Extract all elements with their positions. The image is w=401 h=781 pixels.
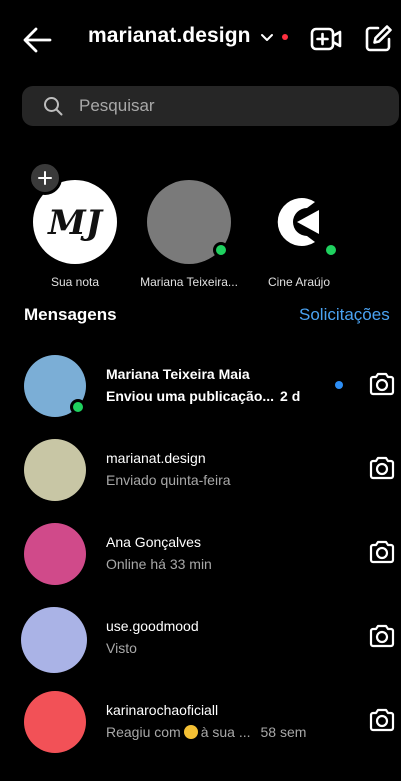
- conversation-preview: Online há 33 min: [106, 556, 212, 572]
- conversation-name: Mariana Teixeira Maia: [106, 366, 250, 382]
- search-icon: [44, 97, 63, 116]
- conversation-preview: Reagiu com: [106, 724, 181, 740]
- video-call-icon[interactable]: [310, 24, 342, 54]
- conversation-row[interactable]: use.goodmood Visto: [0, 607, 401, 677]
- add-note-button[interactable]: [28, 161, 62, 195]
- avatar: [24, 523, 86, 585]
- note-item-cine-araujo[interactable]: Cine Araújo: [249, 180, 349, 289]
- conversation-time: 58 sem: [260, 724, 307, 740]
- chevron-down-icon: [260, 34, 273, 41]
- online-indicator: [323, 242, 339, 258]
- avatar: [24, 691, 86, 753]
- avatar: [24, 355, 86, 417]
- conversation-preview-end: à sua ...: [200, 724, 251, 740]
- camera-icon[interactable]: [368, 539, 396, 565]
- new-message-icon[interactable]: [365, 24, 393, 52]
- account-name: marianat.design: [88, 24, 251, 47]
- conversation-name: karinarochaoficiall: [106, 702, 219, 718]
- conversation-row[interactable]: Mariana Teixeira Maia Enviou uma publica…: [0, 355, 401, 425]
- search-bar[interactable]: [22, 86, 399, 126]
- requests-link[interactable]: Solicitações: [299, 305, 390, 325]
- conversation-name: Ana Gonçalves: [106, 534, 201, 550]
- unread-dot: [335, 381, 343, 389]
- note-item-own[interactable]: MJ Sua nota: [25, 180, 125, 289]
- online-indicator: [70, 399, 86, 415]
- plus-icon: [38, 171, 52, 185]
- conversation-preview: Enviou uma publicação...: [106, 388, 275, 404]
- avatar: [21, 607, 87, 673]
- avatar: [147, 180, 231, 264]
- messages-heading: Mensagens: [24, 305, 117, 324]
- avatar: [257, 180, 341, 264]
- conversation-row[interactable]: Ana Gonçalves Online há 33 min: [0, 523, 401, 593]
- conversation-name: use.goodmood: [106, 618, 199, 634]
- svg-text:MJ: MJ: [47, 203, 104, 243]
- account-switcher[interactable]: marianat.design: [88, 24, 288, 48]
- conversation-name: marianat.design: [106, 450, 206, 466]
- avatar: [24, 439, 86, 501]
- online-indicator: [213, 242, 229, 258]
- note-label: Mariana Teixeira...: [140, 275, 238, 289]
- note-item-mariana[interactable]: Mariana Teixeira...: [139, 180, 239, 289]
- conversation-preview: Enviado quinta-feira: [106, 472, 231, 488]
- conversation-row[interactable]: marianat.design Enviado quinta-feira: [0, 439, 401, 509]
- top-bar: marianat.design: [0, 0, 401, 78]
- camera-icon[interactable]: [368, 707, 396, 733]
- camera-icon[interactable]: [368, 371, 396, 397]
- back-arrow-icon[interactable]: [22, 26, 52, 54]
- notification-dot: [281, 34, 288, 40]
- conversation-row[interactable]: karinarochaoficiall Reagiu com à sua ...…: [0, 691, 401, 761]
- note-label: Cine Araújo: [267, 275, 331, 289]
- camera-icon[interactable]: [368, 455, 396, 481]
- grinning-emoji-icon: [183, 725, 198, 739]
- conversation-preview: Visto: [106, 640, 137, 656]
- search-input[interactable]: [79, 96, 359, 116]
- camera-icon[interactable]: [368, 623, 396, 649]
- note-label: Sua nota: [50, 275, 100, 289]
- conversation-time: 2 d: [280, 388, 301, 404]
